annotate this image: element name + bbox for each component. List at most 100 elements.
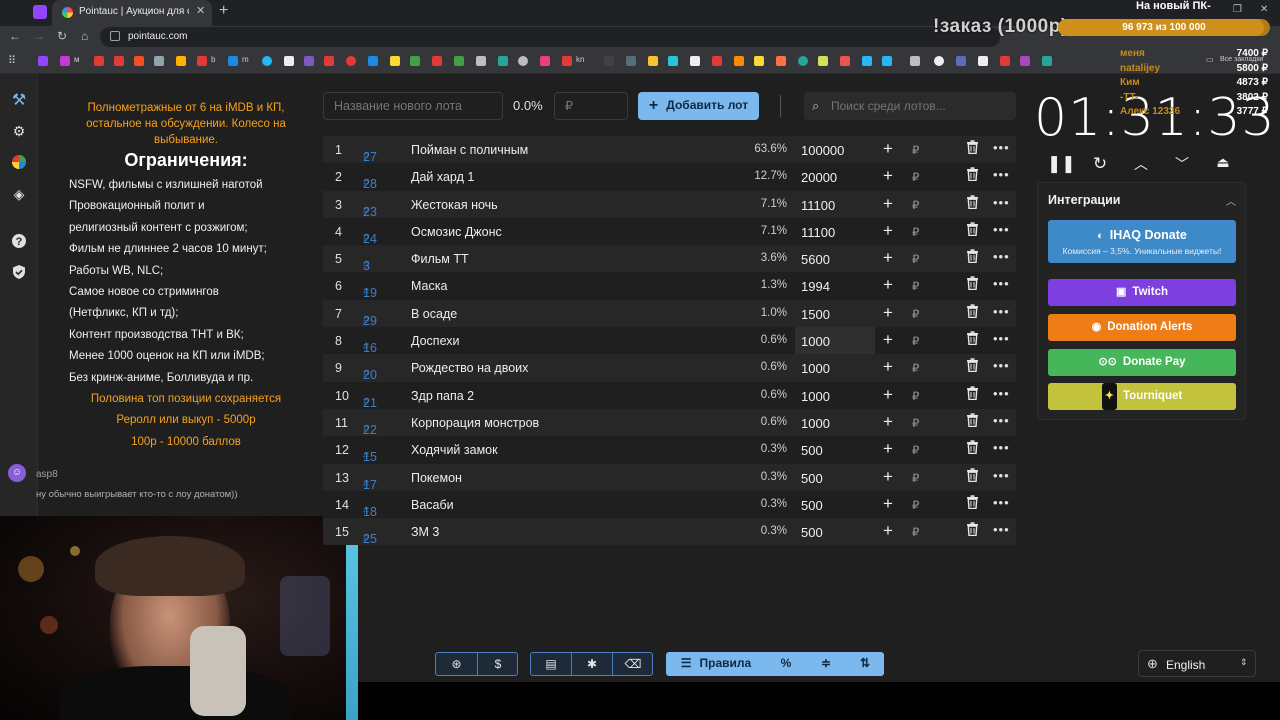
bookmark-icon[interactable] bbox=[668, 56, 678, 66]
bookmark-icon[interactable] bbox=[882, 56, 892, 66]
lot-name[interactable]: Жестокая ночь bbox=[411, 198, 498, 212]
layers-icon[interactable]: ◈ bbox=[10, 186, 28, 204]
site-info-icon[interactable] bbox=[110, 31, 120, 41]
home-icon[interactable]: ⌂ bbox=[81, 29, 88, 43]
bug-report-icon[interactable]: ✱ bbox=[572, 653, 612, 675]
close-window-icon[interactable]: ✕ bbox=[1260, 4, 1268, 15]
add-amount-field[interactable]: ₽ bbox=[912, 361, 919, 375]
lot-amount-input[interactable]: 500 bbox=[801, 443, 823, 458]
lot-name[interactable]: В осаде bbox=[411, 307, 457, 321]
bookmark-icon[interactable] bbox=[432, 56, 442, 66]
trash-icon[interactable] bbox=[966, 222, 979, 239]
lot-name[interactable]: Покемон bbox=[411, 471, 462, 485]
add-amount-field[interactable]: ₽ bbox=[912, 525, 919, 539]
trash-icon[interactable] bbox=[966, 194, 979, 212]
add-amount-icon[interactable]: + bbox=[883, 385, 893, 405]
more-options-icon[interactable]: ••• bbox=[993, 167, 1010, 182]
bookmark-icon[interactable] bbox=[648, 56, 658, 66]
trash-icon[interactable] bbox=[966, 467, 979, 485]
add-amount-field[interactable]: ₽ bbox=[912, 143, 919, 157]
add-amount-icon[interactable]: + bbox=[883, 275, 893, 295]
add-amount-field[interactable]: ₽ bbox=[912, 225, 919, 239]
bookmark-icon[interactable] bbox=[368, 56, 378, 66]
bookmark-icon[interactable] bbox=[1000, 56, 1010, 66]
new-lot-amount-input[interactable] bbox=[554, 92, 628, 120]
restore-window-icon[interactable]: ❐ bbox=[1233, 4, 1242, 15]
lot-amount-input[interactable]: 1000 bbox=[801, 334, 830, 349]
bookmark-icon[interactable] bbox=[978, 56, 988, 66]
add-amount-icon[interactable]: + bbox=[883, 467, 893, 487]
reset-timer-icon[interactable]: ↻ bbox=[1088, 154, 1112, 174]
bookmark-icon[interactable] bbox=[476, 56, 486, 66]
ihaq-donate-button[interactable]: ◐ IHAQ Donate Комиссия – 3,5%. Уникальные… bbox=[1048, 220, 1236, 263]
bookmark-icon[interactable] bbox=[154, 56, 164, 66]
bookmark-icon[interactable] bbox=[176, 56, 186, 66]
bookmark-icon[interactable] bbox=[562, 56, 572, 66]
bookmark-icon[interactable] bbox=[197, 56, 207, 66]
lot-search[interactable]: ⌕ bbox=[804, 92, 1016, 120]
lot-search-input[interactable] bbox=[831, 93, 1013, 119]
lot-amount-input[interactable]: 5600 bbox=[801, 252, 830, 267]
bookmark-icon[interactable] bbox=[840, 56, 850, 66]
auction-hammer-icon[interactable]: ⚒ bbox=[10, 90, 28, 109]
bookmark-icon[interactable] bbox=[324, 56, 334, 66]
add-amount-icon[interactable]: + bbox=[883, 139, 893, 159]
bookmark-icon[interactable] bbox=[134, 56, 144, 66]
add-amount-field[interactable]: ₽ bbox=[912, 498, 919, 512]
add-amount-field[interactable]: ₽ bbox=[912, 279, 919, 293]
twitch-button[interactable]: ▣ Twitch bbox=[1048, 279, 1236, 306]
trash-icon[interactable] bbox=[966, 331, 979, 348]
lot-name[interactable]: Ходячий замок bbox=[411, 443, 498, 457]
lot-amount-input[interactable]: 1500 bbox=[801, 307, 830, 322]
add-amount-icon[interactable]: + bbox=[883, 330, 893, 350]
lot-name[interactable]: Маска bbox=[411, 279, 447, 293]
more-options-icon[interactable]: ••• bbox=[993, 331, 1010, 346]
reload-icon[interactable]: ↻ bbox=[57, 29, 67, 43]
lot-name[interactable]: Васаби bbox=[411, 498, 454, 512]
bookmark-icon[interactable] bbox=[690, 56, 700, 66]
add-amount-icon[interactable]: + bbox=[883, 166, 893, 186]
more-options-icon[interactable]: ••• bbox=[993, 222, 1010, 237]
more-options-icon[interactable]: ••• bbox=[993, 195, 1010, 210]
add-amount-icon[interactable]: + bbox=[883, 412, 893, 432]
wheel-icon[interactable] bbox=[10, 154, 28, 172]
bookmark-icon[interactable] bbox=[304, 56, 314, 66]
close-tab-icon[interactable]: ✕ bbox=[196, 4, 205, 17]
github-icon[interactable]: ⊛ bbox=[436, 653, 477, 675]
lot-name[interactable]: ЗМ 3 bbox=[411, 525, 439, 539]
add-amount-field[interactable]: ₽ bbox=[912, 198, 919, 212]
more-options-icon[interactable]: ••• bbox=[993, 140, 1010, 155]
more-options-icon[interactable]: ••• bbox=[993, 276, 1010, 291]
bookmark-icon[interactable] bbox=[1020, 56, 1030, 66]
more-options-icon[interactable]: ••• bbox=[993, 495, 1010, 510]
bookmark-icon[interactable] bbox=[60, 56, 70, 66]
add-amount-field[interactable]: ₽ bbox=[912, 307, 919, 321]
lot-name[interactable]: Пойман с поличным bbox=[411, 143, 528, 157]
more-options-icon[interactable]: ••• bbox=[993, 249, 1010, 264]
add-lot-button[interactable]: + Добавить лот bbox=[638, 92, 759, 120]
forward-icon[interactable]: → bbox=[33, 29, 45, 43]
add-amount-field[interactable]: ₽ bbox=[912, 443, 919, 457]
add-amount-icon[interactable]: + bbox=[883, 439, 893, 459]
lot-amount-input[interactable]: 11100 bbox=[801, 225, 835, 240]
lot-name[interactable]: Фильм ТТ bbox=[411, 252, 469, 266]
back-icon[interactable]: ← bbox=[9, 29, 21, 43]
more-options-icon[interactable]: ••• bbox=[993, 386, 1010, 401]
more-options-icon[interactable]: ••• bbox=[993, 358, 1010, 373]
trash-icon[interactable] bbox=[966, 167, 979, 184]
trash-icon[interactable] bbox=[966, 358, 979, 375]
lot-amount-input[interactable]: 1000 bbox=[801, 416, 830, 431]
trash-icon[interactable] bbox=[966, 385, 979, 403]
add-amount-icon[interactable]: + bbox=[883, 494, 893, 514]
collapse-chevron-icon[interactable]: ︿ bbox=[1226, 193, 1236, 208]
url-bar[interactable]: pointauc.com bbox=[100, 27, 1000, 47]
bookmark-icon[interactable] bbox=[712, 56, 722, 66]
lot-name[interactable]: Доспехи bbox=[411, 334, 460, 348]
bookmark-icon[interactable] bbox=[776, 56, 786, 66]
add-amount-field[interactable]: ₽ bbox=[912, 416, 919, 430]
bookmark-icon[interactable] bbox=[754, 56, 764, 66]
settings-gear-icon[interactable]: ⚙ bbox=[10, 123, 28, 141]
rules-button[interactable]: ☰ Правила bbox=[666, 652, 766, 674]
clear-all-icon[interactable]: ⌫ bbox=[613, 653, 653, 675]
bookmark-icon[interactable] bbox=[94, 56, 104, 66]
